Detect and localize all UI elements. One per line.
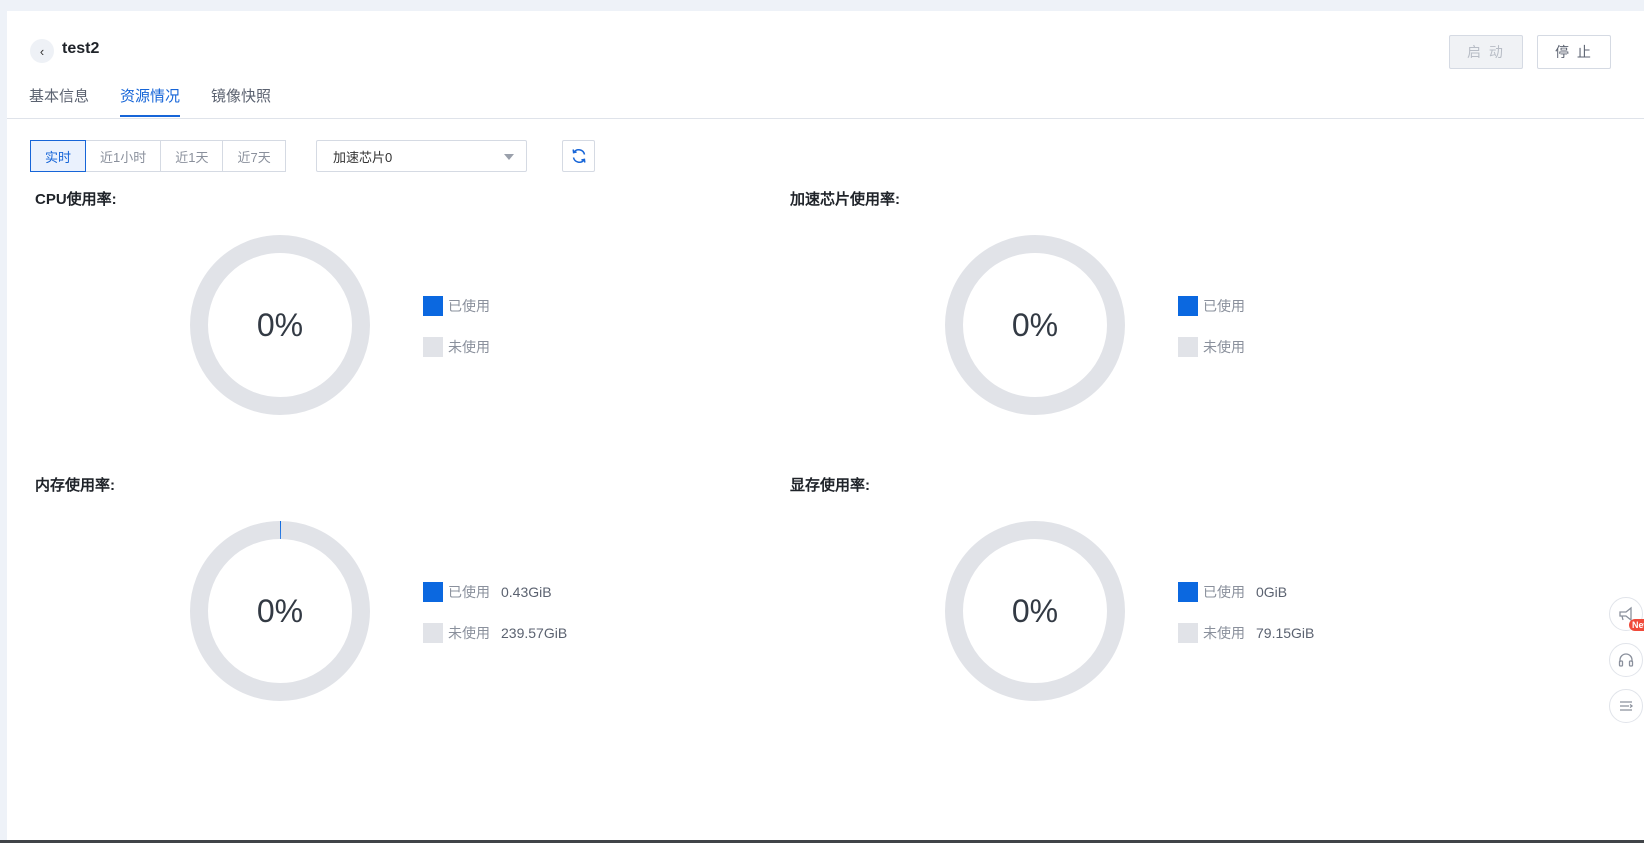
unused-label: 未使用 bbox=[1203, 625, 1245, 641]
main-card: ‹ test2 启 动 停 止 基本信息 资源情况 镜像快照 实时 近1小时 近… bbox=[7, 11, 1644, 840]
vram-usage-panel: 显存使用率: 0% 已使用 0GiB 未使用 79.15GiB bbox=[784, 474, 1544, 754]
legend-used: 已使用 bbox=[1178, 296, 1245, 316]
used-value: 0.43GiB bbox=[501, 584, 552, 600]
start-button[interactable]: 启 动 bbox=[1449, 35, 1523, 69]
support-button[interactable] bbox=[1609, 643, 1643, 677]
new-badge: New bbox=[1629, 619, 1644, 631]
chip-usage-legend: 已使用 未使用 bbox=[1178, 296, 1245, 378]
memory-usage-legend: 已使用 0.43GiB 未使用 239.57GiB bbox=[423, 582, 567, 664]
page-title: test2 bbox=[62, 40, 100, 57]
memory-usage-panel: 内存使用率: 0% 已使用 0.43GiB 未使用 239.57GiB bbox=[29, 474, 789, 754]
used-label: 已使用 bbox=[1203, 298, 1245, 314]
used-label: 已使用 bbox=[448, 584, 490, 600]
used-swatch bbox=[423, 582, 443, 602]
back-button[interactable]: ‹ bbox=[30, 39, 54, 63]
unused-swatch bbox=[423, 337, 443, 357]
tab-basic-info[interactable]: 基本信息 bbox=[29, 85, 89, 117]
refresh-button[interactable] bbox=[562, 140, 595, 172]
memory-usage-title: 内存使用率: bbox=[35, 477, 115, 494]
legend-unused: 未使用 79.15GiB bbox=[1178, 623, 1314, 643]
cpu-usage-percent: 0% bbox=[256, 306, 304, 343]
legend-unused: 未使用 bbox=[423, 337, 490, 357]
cpu-usage-title: CPU使用率: bbox=[35, 191, 117, 208]
chevron-left-icon: ‹ bbox=[39, 43, 45, 59]
tab-image-snapshot[interactable]: 镜像快照 bbox=[211, 85, 271, 117]
cpu-usage-legend: 已使用 未使用 bbox=[423, 296, 490, 378]
headset-icon bbox=[1618, 653, 1634, 667]
cpu-usage-panel: CPU使用率: 0% 已使用 未使用 bbox=[29, 188, 789, 468]
tab-bar: 基本信息 资源情况 镜像快照 bbox=[29, 85, 271, 117]
unused-value: 79.15GiB bbox=[1256, 625, 1315, 641]
tab-resources[interactable]: 资源情况 bbox=[120, 85, 181, 117]
legend-unused: 未使用 239.57GiB bbox=[423, 623, 567, 643]
used-swatch bbox=[1178, 296, 1198, 316]
unused-swatch bbox=[1178, 337, 1198, 357]
used-value: 0GiB bbox=[1256, 584, 1288, 600]
legend-used: 已使用 0GiB bbox=[1178, 582, 1314, 602]
list-menu-icon bbox=[1620, 701, 1634, 711]
refresh-icon bbox=[571, 149, 586, 163]
unused-label: 未使用 bbox=[1203, 339, 1245, 355]
stop-button[interactable]: 停 止 bbox=[1537, 35, 1611, 69]
vram-usage-legend: 已使用 0GiB 未使用 79.15GiB bbox=[1178, 582, 1314, 664]
legend-unused: 未使用 bbox=[1178, 337, 1245, 357]
legend-used: 已使用 bbox=[423, 296, 490, 316]
memory-usage-percent: 0% bbox=[256, 592, 304, 629]
unused-swatch bbox=[423, 623, 443, 643]
caret-down-icon bbox=[504, 154, 514, 160]
tabs-divider bbox=[7, 118, 1644, 119]
range-1d-button[interactable]: 近1天 bbox=[160, 140, 224, 172]
chip-select[interactable]: 加速芯片0 bbox=[316, 140, 527, 172]
vram-usage-title: 显存使用率: bbox=[790, 477, 870, 494]
used-label: 已使用 bbox=[448, 298, 490, 314]
range-7d-button[interactable]: 近7天 bbox=[222, 140, 286, 172]
used-label: 已使用 bbox=[1203, 584, 1245, 600]
unused-label: 未使用 bbox=[448, 625, 490, 641]
legend-used: 已使用 0.43GiB bbox=[423, 582, 567, 602]
range-realtime-button[interactable]: 实时 bbox=[30, 140, 87, 172]
range-1h-button[interactable]: 近1小时 bbox=[85, 140, 162, 172]
chip-usage-panel: 加速芯片使用率: 0% 已使用 未使用 bbox=[784, 188, 1544, 468]
chip-usage-title: 加速芯片使用率: bbox=[790, 191, 900, 208]
unused-label: 未使用 bbox=[448, 339, 490, 355]
used-swatch bbox=[423, 296, 443, 316]
unused-swatch bbox=[1178, 623, 1198, 643]
used-swatch bbox=[1178, 582, 1198, 602]
chip-usage-percent: 0% bbox=[1011, 306, 1059, 343]
unused-value: 239.57GiB bbox=[501, 625, 568, 641]
vram-usage-percent: 0% bbox=[1011, 592, 1059, 629]
time-range-group: 实时 近1小时 近1天 近7天 bbox=[30, 140, 286, 172]
chip-select-value: 加速芯片0 bbox=[333, 149, 393, 165]
menu-button[interactable] bbox=[1609, 689, 1643, 723]
